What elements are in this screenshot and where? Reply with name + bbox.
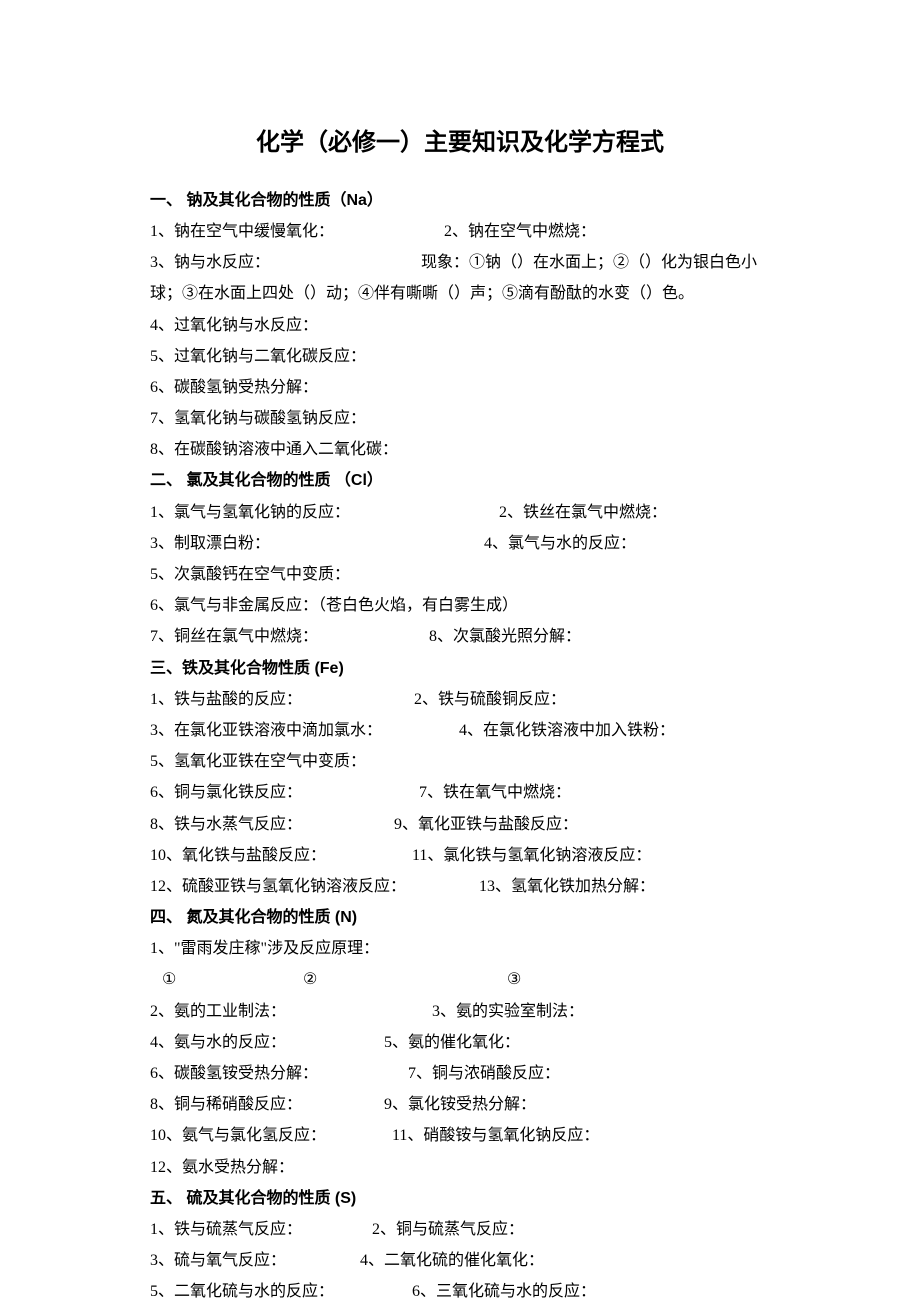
item-3-7: 7、铁在氧气中燃烧：	[419, 784, 571, 801]
item-3-12: 12、硫酸亚铁与氢氧化钠溶液反应：	[150, 871, 475, 902]
item-2-6: 6、氯气与非金属反应：（苍白色火焰，有白雾生成）	[150, 590, 770, 621]
item-5-5: 5、二氧化硫与水的反应：	[150, 1276, 408, 1307]
item-1-3-phenomena: 现象：①钠（）在水面上；②（）化为银白色小	[421, 254, 757, 271]
item-4-9: 9、氯化铵受热分解：	[384, 1096, 536, 1113]
item-5-3: 3、硫与氧气反应：	[150, 1245, 356, 1276]
section-3-heading: 三、铁及其化合物性质 (Fe)	[150, 653, 770, 684]
section-1: 一、 钠及其化合物的性质（Na） 1、钠在空气中缓慢氧化： 2、钠在空气中燃烧：…	[150, 185, 770, 466]
item-4-sub3: ③	[507, 971, 521, 988]
item-4-4: 4、氨与水的反应：	[150, 1027, 380, 1058]
item-4-3: 3、氨的实验室制法：	[432, 1003, 584, 1020]
item-2-3: 3、制取漂白粉：	[150, 528, 480, 559]
section-4: 四、 氮及其化合物的性质 (N) 1、"雷雨发庄稼"涉及反应原理： ① ② ③ …	[150, 902, 770, 1183]
item-2-4: 4、氯气与水的反应：	[484, 535, 636, 552]
section-4-heading: 四、 氮及其化合物的性质 (N)	[150, 902, 770, 933]
item-3-2: 2、铁与硫酸铜反应：	[414, 691, 566, 708]
item-2-2: 2、铁丝在氯气中燃烧：	[499, 504, 667, 521]
item-3-10: 10、氧化铁与盐酸反应：	[150, 840, 408, 871]
item-5-6: 6、三氧化硫与水的反应：	[412, 1283, 596, 1300]
item-1-4: 4、过氧化钠与水反应：	[150, 310, 770, 341]
item-3-6: 6、铜与氯化铁反应：	[150, 777, 415, 808]
section-1-heading: 一、 钠及其化合物的性质（Na）	[150, 185, 770, 216]
item-5-2: 2、铜与硫蒸气反应：	[372, 1221, 524, 1238]
item-1-5: 5、过氧化钠与二氧化碳反应：	[150, 341, 770, 372]
item-3-5: 5、氢氧化亚铁在空气中变质：	[150, 746, 770, 777]
item-1-2: 2、钠在空气中燃烧：	[444, 223, 596, 240]
item-5-1: 1、铁与硫蒸气反应：	[150, 1214, 368, 1245]
item-4-12: 12、氨水受热分解：	[150, 1152, 770, 1183]
item-3-8: 8、铁与水蒸气反应：	[150, 809, 390, 840]
item-4-sub2: ②	[303, 964, 503, 995]
item-3-3: 3、在氯化亚铁溶液中滴加氯水：	[150, 715, 455, 746]
item-4-5: 5、氨的催化氧化：	[384, 1034, 520, 1051]
item-4-2: 2、氨的工业制法：	[150, 996, 428, 1027]
item-1-6: 6、碳酸氢钠受热分解：	[150, 372, 770, 403]
item-4-1: 1、"雷雨发庄稼"涉及反应原理：	[150, 933, 770, 964]
item-4-10: 10、氨气与氯化氢反应：	[150, 1120, 388, 1151]
item-3-13: 13、氢氧化铁加热分解：	[479, 878, 655, 895]
item-4-sub1: ①	[162, 964, 299, 995]
item-3-9: 9、氧化亚铁与盐酸反应：	[394, 816, 578, 833]
item-5-4: 4、二氧化硫的催化氧化：	[360, 1252, 544, 1269]
item-1-3: 3、钠与水反应：	[150, 247, 417, 278]
item-3-1: 1、铁与盐酸的反应：	[150, 684, 410, 715]
item-2-5: 5、次氯酸钙在空气中变质：	[150, 559, 770, 590]
item-2-8: 8、次氯酸光照分解：	[429, 628, 581, 645]
item-1-7: 7、氢氧化钠与碳酸氢钠反应：	[150, 403, 770, 434]
item-4-8: 8、铜与稀硝酸反应：	[150, 1089, 380, 1120]
section-5: 五、 硫及其化合物的性质 (S) 1、铁与硫蒸气反应： 2、铜与硫蒸气反应： 3…	[150, 1183, 770, 1308]
item-3-11: 11、氯化铁与氢氧化钠溶液反应：	[412, 847, 651, 864]
item-1-8: 8、在碳酸钠溶液中通入二氧化碳：	[150, 434, 770, 465]
item-1-3-cont: 球；③在水面上四处（）动；④伴有嘶嘶（）声；⑤滴有酚酞的水变（）色。	[150, 278, 770, 309]
item-2-7: 7、铜丝在氯气中燃烧：	[150, 621, 425, 652]
item-4-7: 7、铜与浓硝酸反应：	[408, 1065, 560, 1082]
item-4-6: 6、碳酸氢铵受热分解：	[150, 1058, 404, 1089]
section-2: 二、 氯及其化合物的性质 （Cl） 1、氯气与氢氧化钠的反应： 2、铁丝在氯气中…	[150, 465, 770, 652]
item-1-1: 1、钠在空气中缓慢氧化：	[150, 216, 440, 247]
page-title: 化学（必修一）主要知识及化学方程式	[150, 120, 770, 167]
item-4-11: 11、硝酸铵与氢氧化钠反应：	[392, 1127, 599, 1144]
section-2-heading: 二、 氯及其化合物的性质 （Cl）	[150, 465, 770, 496]
section-5-heading: 五、 硫及其化合物的性质 (S)	[150, 1183, 770, 1214]
item-2-1: 1、氯气与氢氧化钠的反应：	[150, 497, 495, 528]
section-3: 三、铁及其化合物性质 (Fe) 1、铁与盐酸的反应： 2、铁与硫酸铜反应： 3、…	[150, 653, 770, 903]
item-3-4: 4、在氯化铁溶液中加入铁粉：	[459, 722, 675, 739]
